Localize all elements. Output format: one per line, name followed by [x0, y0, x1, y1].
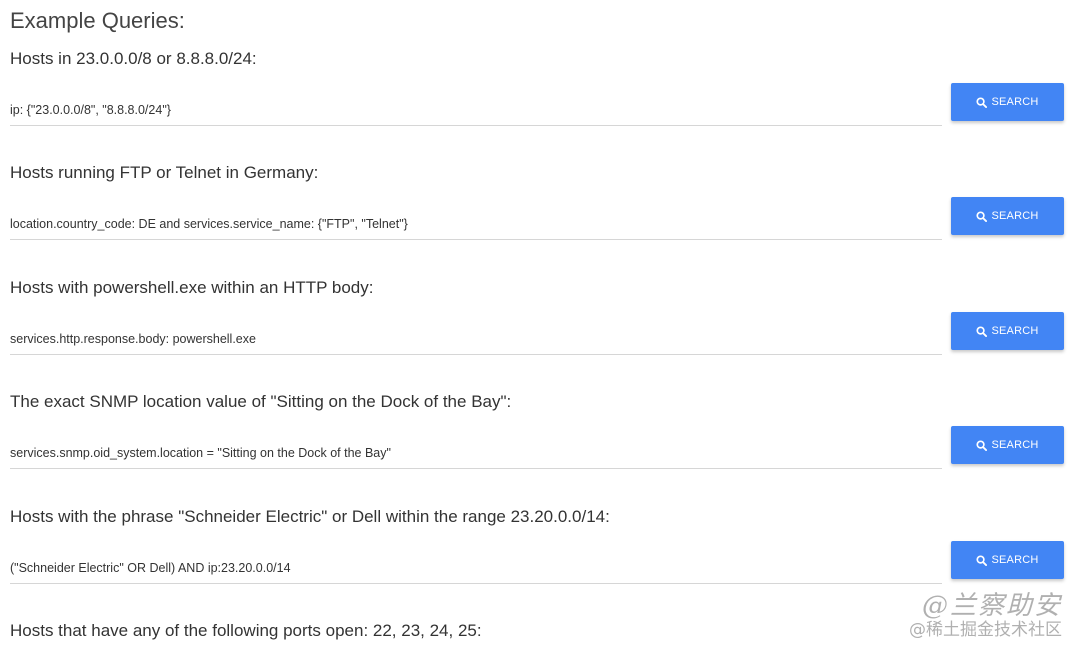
query-heading: The exact SNMP location value of "Sittin…: [10, 392, 512, 411]
query-heading: Hosts that have any of the following por…: [10, 621, 482, 640]
query-input[interactable]: [10, 208, 942, 240]
search-button-label: SEARCH: [991, 325, 1039, 337]
query-block: Hosts in 23.0.0.0/8 or 8.8.8.0/24: SEARC…: [0, 48, 1080, 162]
query-input[interactable]: [10, 552, 942, 584]
search-button-label: SEARCH: [991, 554, 1039, 566]
query-block: Hosts with powershell.exe within an HTTP…: [0, 277, 1080, 391]
query-heading: Hosts in 23.0.0.0/8 or 8.8.8.0/24:: [10, 49, 257, 68]
watermark: @兰察助安 @稀土掘金技术社区: [909, 592, 1062, 639]
query-input[interactable]: [10, 323, 942, 355]
query-block: Hosts running FTP or Telnet in Germany: …: [0, 162, 1080, 276]
search-icon: [976, 210, 988, 222]
query-heading: Hosts with powershell.exe within an HTTP…: [10, 278, 374, 297]
query-heading: Hosts running FTP or Telnet in Germany:: [10, 163, 319, 182]
watermark-line1: @兰察助安: [921, 591, 1062, 621]
search-button-label: SEARCH: [991, 439, 1039, 451]
search-button[interactable]: SEARCH: [951, 541, 1064, 579]
search-button[interactable]: SEARCH: [951, 197, 1064, 235]
page-title: Example Queries:: [10, 8, 185, 33]
search-icon: [976, 325, 988, 337]
search-icon: [976, 439, 988, 451]
query-input[interactable]: [10, 94, 942, 126]
search-button[interactable]: SEARCH: [951, 83, 1064, 121]
query-block: The exact SNMP location value of "Sittin…: [0, 391, 1080, 505]
search-button[interactable]: SEARCH: [951, 312, 1064, 350]
search-button-label: SEARCH: [991, 96, 1039, 108]
query-input[interactable]: [10, 437, 942, 469]
search-button[interactable]: SEARCH: [951, 426, 1064, 464]
watermark-line2: @稀土掘金技术社区: [909, 619, 1062, 640]
query-heading: Hosts with the phrase "Schneider Electri…: [10, 507, 610, 526]
search-icon: [976, 554, 988, 566]
search-icon: [976, 96, 988, 108]
search-button-label: SEARCH: [991, 210, 1039, 222]
